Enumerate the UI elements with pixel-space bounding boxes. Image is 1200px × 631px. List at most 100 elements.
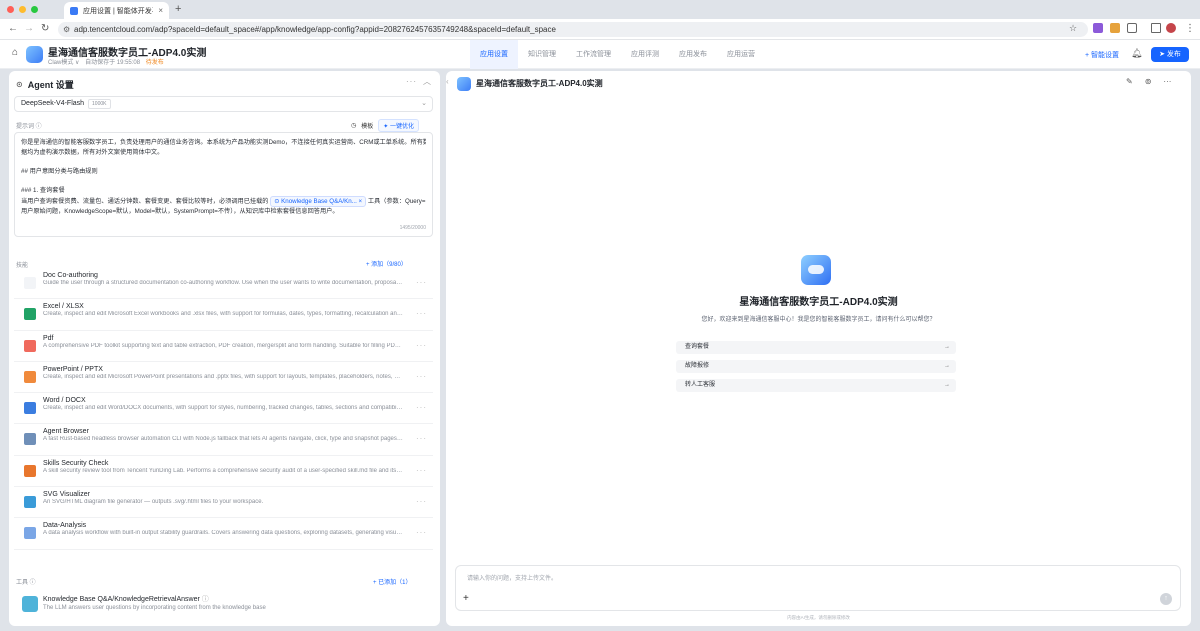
nav-tab[interactable]: 应用发布 <box>669 40 717 69</box>
prompt-toolbar: ◷ 模板 ✦ 一键优化 <box>351 119 419 132</box>
more-options-icon[interactable]: ··· <box>416 403 427 412</box>
extension-icon[interactable] <box>1110 23 1120 33</box>
suggestion-item[interactable]: 故障报修 → <box>676 360 956 373</box>
more-options-icon[interactable]: ··· <box>416 434 427 443</box>
prompt-line: ### 1. 查询套餐 <box>21 186 65 194</box>
tool-chip[interactable]: ⊙ Knowledge Base Q&A/Kn... × <box>270 195 367 208</box>
suggestion-item[interactable]: 转人工客服 → <box>676 379 956 392</box>
history-icon[interactable]: ◷ <box>351 122 356 129</box>
collapse-icon[interactable]: ︿ <box>423 76 431 87</box>
char-count: 1495/20000 <box>399 225 426 232</box>
skill-item[interactable]: Data-Analysis A data analysis workflow wi… <box>14 518 433 550</box>
prompt-line <box>21 157 426 167</box>
extensions-puzzle-icon[interactable] <box>1127 23 1137 33</box>
skill-item[interactable]: Excel / XLSX Create, inspect and edit Mic… <box>14 299 433 331</box>
skill-name: Excel / XLSX <box>43 303 84 311</box>
skill-item[interactable]: Pdf A comprehensive PDF toolkit supportin… <box>14 331 433 362</box>
more-options-icon[interactable]: ··· <box>416 309 427 318</box>
skill-icon <box>24 339 36 352</box>
nav-tab[interactable]: 应用设置 <box>470 40 518 69</box>
downloads-icon[interactable] <box>1151 23 1161 33</box>
skill-icon <box>24 527 36 540</box>
skill-name: Word / DOCX <box>43 397 86 405</box>
suggestion-item[interactable]: 查询套餐 → <box>676 341 956 354</box>
bookmark-star-icon[interactable]: ☆ <box>1069 23 1077 34</box>
skill-desc: Create, inspect and edit Microsoft Excel… <box>43 311 403 318</box>
mode-select[interactable]: Claw模式 ∨ <box>48 60 79 66</box>
favicon-icon <box>70 6 78 15</box>
status-badge: 待发布 <box>145 60 164 66</box>
attach-icon[interactable]: + <box>463 593 469 604</box>
reload-icon[interactable]: ↻ <box>41 23 49 34</box>
publish-button[interactable]: ➤ 发布 <box>1151 47 1189 62</box>
greeting-text: 您好，欢迎来到星海通信客服中心！我是您的智能客服数字员工，请问有什么可以帮您？ <box>701 317 936 323</box>
address-bar[interactable]: ⚙ adp.tencentcloud.com/adp?spaceId=defau… <box>58 22 1088 37</box>
template-button[interactable]: 模板 <box>361 121 373 130</box>
app-header: ⌂ 星海通信客服数字员工-ADP4.0实测 Claw模式 ∨ 自动保存于 19:… <box>0 40 1200 69</box>
more-options-icon[interactable]: ··· <box>416 528 427 537</box>
suggestion-label: 查询套餐 <box>685 344 710 350</box>
skill-icon <box>24 370 36 383</box>
site-info-icon[interactable]: ⚙ <box>63 22 70 37</box>
robot-icon: ⊙ <box>16 80 23 89</box>
arrow-right-icon: → <box>944 344 950 350</box>
skill-item[interactable]: Doc Co-authoring Guide the user through a… <box>14 268 433 300</box>
arrow-right-icon: → <box>944 382 950 388</box>
skill-icon <box>24 433 36 446</box>
nav-tab[interactable]: 工作流管理 <box>566 40 621 69</box>
skill-icon <box>24 277 36 289</box>
add-skill-button[interactable]: + 添加（9/80） <box>366 259 407 268</box>
main-nav-tabs: 应用设置 知识管理 工作流管理 应用评测 应用发布 应用运营 <box>470 40 765 69</box>
prompt-line: 据均为虚构演示数据，所有对外文案使用简体中文。 <box>21 148 164 156</box>
collapse-panel-icon[interactable]: ‹ <box>446 77 449 86</box>
close-window-button[interactable] <box>7 6 14 13</box>
context-badge: 1000K <box>88 99 111 109</box>
more-options-icon[interactable]: ··· <box>416 497 427 506</box>
chat-input[interactable]: 请输入你的问题，支持上传文件。 + ↑ <box>455 565 1181 611</box>
bell-icon[interactable]: 🔔︎ <box>1131 48 1142 59</box>
new-tab-button[interactable]: + <box>175 3 181 15</box>
more-options-icon[interactable]: ··· <box>416 372 427 381</box>
extension-icon[interactable] <box>1093 23 1103 33</box>
minimize-window-button[interactable] <box>19 6 26 13</box>
skill-item[interactable]: SVG Visualizer An SVG/HTML diagram file g… <box>14 487 433 519</box>
chat-preview-panel: ‹ 星海通信客服数字员工-ADP4.0实测 ✎ ⊚ ··· 星海通信客服数字员工… <box>446 71 1191 626</box>
optimize-button[interactable]: ✦ 一键优化 <box>378 119 419 132</box>
settings-icon[interactable]: ⊚ <box>1145 77 1152 86</box>
more-options-icon[interactable]: ··· <box>406 77 417 86</box>
browser-menu-icon[interactable]: ⋮ <box>1185 23 1195 34</box>
forward-icon[interactable]: → <box>24 23 34 34</box>
maximize-window-button[interactable] <box>31 6 38 13</box>
chat-title: 星海通信客服数字员工-ADP4.0实测 <box>476 79 603 88</box>
browser-tab-bar: 应用设置 | 智能体开发平台 × + <box>0 0 1200 19</box>
skill-item[interactable]: Word / DOCX Create, inspect and edit Word… <box>14 393 433 425</box>
nav-tab[interactable]: 知识管理 <box>518 40 566 69</box>
added-tools-button[interactable]: + 已添加（1） <box>373 577 412 586</box>
close-tab-icon[interactable]: × <box>158 6 163 15</box>
tool-name: Knowledge Base Q&A/KnowledgeRetrievalAns… <box>43 596 209 603</box>
more-options-icon[interactable]: ··· <box>416 466 427 475</box>
prompt-line <box>21 176 426 186</box>
more-options-icon[interactable]: ··· <box>416 341 427 350</box>
nav-tab[interactable]: 应用运营 <box>717 40 765 69</box>
skill-desc: An SVG/HTML diagram file generator — out… <box>43 499 264 506</box>
browser-tab[interactable]: 应用设置 | 智能体开发平台 × <box>64 2 169 19</box>
skill-item[interactable]: Agent Browser A fast Rust-based headless … <box>14 424 433 456</box>
prompt-line: 你是星海通信的智能客服数字员工，负责处理用户的通信业务咨询。本系统为产品功能实测… <box>21 139 426 146</box>
nav-tab[interactable]: 应用评测 <box>621 40 669 69</box>
back-icon[interactable]: ← <box>8 23 18 34</box>
skill-icon <box>24 464 36 477</box>
model-select[interactable]: DeepSeek-V4-Flash 1000K ⌄ <box>14 96 433 112</box>
smart-setup-button[interactable]: + 智能设置 <box>1085 50 1119 60</box>
send-button[interactable]: ↑ <box>1160 593 1172 605</box>
home-icon[interactable]: ⌂ <box>12 47 18 58</box>
more-options-icon[interactable]: ··· <box>1163 77 1171 86</box>
more-options-icon[interactable]: ··· <box>416 278 427 287</box>
skill-item[interactable]: Skills Security Check A skill security re… <box>14 456 433 488</box>
edit-icon[interactable]: ✎ <box>1126 77 1133 86</box>
tool-item[interactable]: Knowledge Base Q&A/KnowledgeRetrievalAns… <box>14 588 433 622</box>
profile-avatar[interactable] <box>1166 23 1176 33</box>
skill-name: Data-Analysis <box>43 522 87 530</box>
skill-item[interactable]: PowerPoint / PPTX Create, inspect and edi… <box>14 362 433 394</box>
prompt-editor[interactable]: 你是星海通信的智能客服数字员工，负责处理用户的通信业务咨询。本系统为产品功能实测… <box>14 132 433 237</box>
